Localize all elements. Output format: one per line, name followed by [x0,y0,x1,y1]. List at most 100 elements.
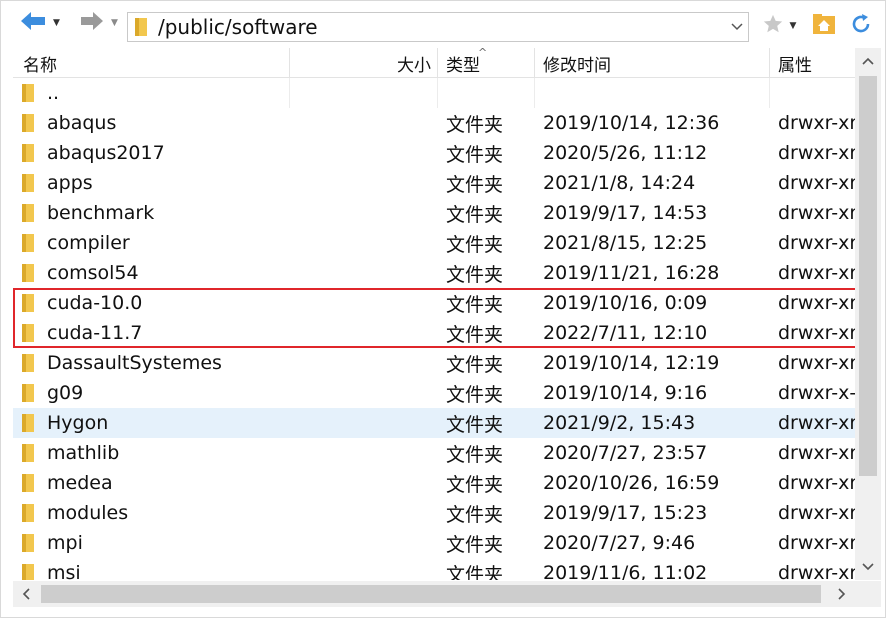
attributes-cell: drwxr-xr [778,352,855,374]
favorites-button[interactable]: ▼ [757,13,801,39]
caret-down-icon[interactable]: ▼ [53,18,60,28]
folder-icon [21,443,35,463]
parent-directory-label: .. [47,82,60,104]
folder-row[interactable]: cuda-10.0 文件夹 2019/10/16, 0:09 drwxr-xr [13,288,855,318]
folder-row[interactable]: cuda-11.7 文件夹 2022/7/11, 12:10 drwxr-xr [13,318,855,348]
sort-ascending-icon: ^ [478,46,488,59]
modified-cell: 2022/7/11, 12:10 [543,322,708,344]
size-cell [290,558,438,580]
modified-cell [535,78,770,108]
folder-row[interactable]: msi 文件夹 2019/11/6, 11:02 drwxr-xr [13,558,855,580]
modified-cell: 2020/7/27, 9:46 [543,532,696,554]
name-cell: cuda-10.0 [13,288,290,318]
attributes-cell: drwxr-xr [778,442,855,464]
type-cell: 文件夹 [446,173,504,196]
folder-row[interactable]: mathlib 文件夹 2020/7/27, 23:57 drwxr-xr [13,438,855,468]
size-cell [290,468,438,498]
size-cell [290,168,438,198]
folder-name: mathlib [47,442,120,464]
folder-row[interactable]: mpi 文件夹 2020/7/27, 9:46 drwxr-xr [13,528,855,558]
refresh-button[interactable] [847,13,875,39]
column-header-modified[interactable]: 修改时间 [535,48,770,78]
folder-icon [21,173,35,193]
column-header-attributes[interactable]: 属性 [770,48,855,78]
attributes-cell: drwxr-xr [778,172,855,194]
toolbar: ▼ ▼ /public/software ▼ [1,1,885,48]
folder-name: benchmark [47,202,155,224]
forward-button[interactable]: ▼ [79,9,123,37]
scroll-up-arrow[interactable] [855,48,881,74]
home-folder-icon [812,13,836,39]
name-cell: Hygon [13,408,290,438]
file-list[interactable]: .. abaqus 文件夹 2019/10/14, 12:36 drwxr-xr aba… [13,78,855,580]
folder-icon [21,203,35,223]
parent-directory-row[interactable]: .. [13,78,855,108]
chevron-down-icon[interactable] [726,13,748,41]
folder-icon [21,293,35,313]
name-cell: abaqus [13,108,290,138]
modified-cell: 2021/8/15, 12:25 [543,232,708,254]
modified-cell: 2019/11/21, 16:28 [543,262,720,284]
horizontal-scroll-thumb[interactable] [41,585,821,603]
folder-row[interactable]: compiler 文件夹 2021/8/15, 12:25 drwxr-xr [13,228,855,258]
type-cell: 文件夹 [446,353,504,376]
attributes-cell [770,78,855,108]
attributes-cell: drwxr-xr [778,112,855,134]
folder-row[interactable]: apps 文件夹 2021/1/8, 14:24 drwxr-xr [13,168,855,198]
folder-row[interactable]: benchmark 文件夹 2019/9/17, 14:53 drwxr-xr [13,198,855,228]
type-cell: 文件夹 [446,143,504,166]
name-cell: benchmark [13,198,290,228]
name-cell: modules [13,498,290,528]
folder-row[interactable]: DassaultSystemes 文件夹 2019/10/14, 12:19 drwx… [13,348,855,378]
arrow-right-icon [79,10,105,36]
name-cell: compiler [13,228,290,258]
column-header-name[interactable]: 名称 [13,48,290,78]
type-cell: 文件夹 [446,563,504,581]
size-cell [290,198,438,228]
modified-cell: 2020/5/26, 11:12 [543,142,708,164]
type-cell: 文件夹 [446,203,504,226]
scroll-left-arrow[interactable] [13,581,39,607]
type-cell: 文件夹 [446,233,504,256]
name-cell: abaqus2017 [13,138,290,168]
size-cell [290,108,438,138]
file-browser-window: ▼ ▼ /public/software ▼ 名称 大小 类型 修改时间 属性 … [0,0,886,618]
horizontal-scrollbar[interactable] [13,581,855,607]
folder-name: medea [47,472,113,494]
folder-row[interactable]: comsol54 文件夹 2019/11/21, 16:28 drwxr-xr [13,258,855,288]
folder-name: msi [47,562,81,580]
folder-name: compiler [47,232,130,254]
vertical-scrollbar[interactable] [855,48,881,580]
address-path[interactable]: /public/software [158,15,726,39]
folder-row[interactable]: Hygon 文件夹 2021/9/2, 15:43 drwxr-xr [13,408,855,438]
folder-name: DassaultSystemes [47,352,222,374]
folder-icon [21,503,35,523]
star-icon [762,13,784,39]
caret-down-icon[interactable]: ▼ [790,21,797,31]
size-cell [290,438,438,468]
type-cell: 文件夹 [446,113,504,136]
address-bar[interactable]: /public/software [127,12,749,42]
type-cell: 文件夹 [446,533,504,556]
type-cell: 文件夹 [446,323,504,346]
caret-down-icon[interactable]: ▼ [111,18,118,28]
folder-row[interactable]: modules 文件夹 2019/9/17, 15:23 drwxr-xr [13,498,855,528]
modified-cell: 2019/10/14, 12:36 [543,112,720,134]
folder-name: cuda-10.0 [47,292,143,314]
folder-row[interactable]: g09 文件夹 2019/10/14, 9:16 drwxr-x- [13,378,855,408]
folder-row[interactable]: abaqus2017 文件夹 2020/5/26, 11:12 drwxr-xr [13,138,855,168]
back-button[interactable]: ▼ [19,9,71,37]
vertical-scroll-thumb[interactable] [859,76,877,476]
folder-row[interactable]: medea 文件夹 2020/10/26, 16:59 drwxr-xr [13,468,855,498]
column-header-size[interactable]: 大小 [290,48,438,78]
size-cell [290,348,438,378]
folder-row[interactable]: abaqus 文件夹 2019/10/14, 12:36 drwxr-xr [13,108,855,138]
size-cell [290,318,438,348]
scroll-right-arrow[interactable] [829,581,855,607]
home-button[interactable] [811,13,837,39]
size-cell [290,138,438,168]
modified-cell: 2020/7/27, 23:57 [543,442,708,464]
type-cell: 文件夹 [446,473,504,496]
folder-icon [21,473,35,493]
scroll-down-arrow[interactable] [855,554,881,580]
